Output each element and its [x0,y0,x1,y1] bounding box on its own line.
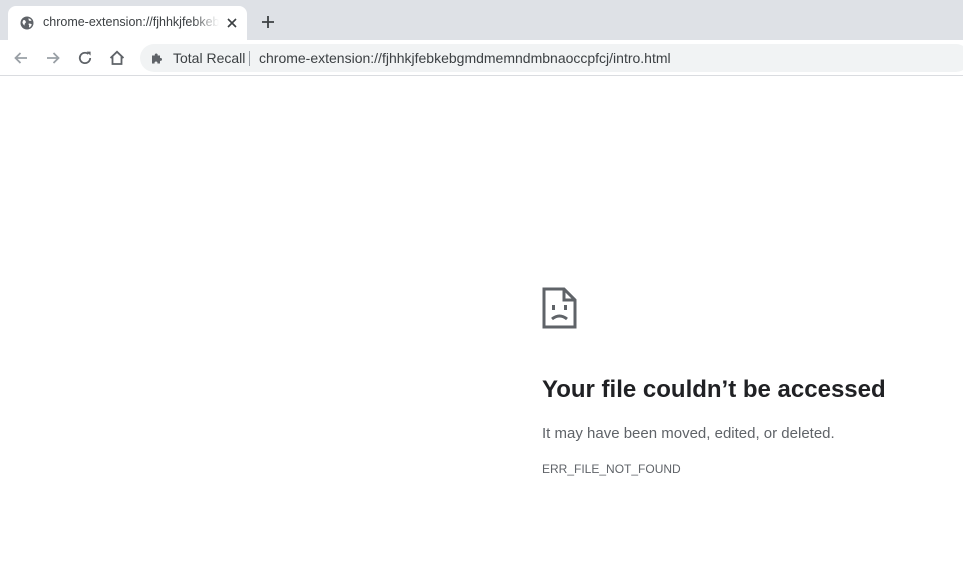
error-title: Your file couldn’t be accessed [542,376,886,403]
omnibox-separator [249,51,250,66]
error-description: It may have been moved, edited, or delet… [542,425,835,442]
plus-icon [262,16,274,28]
page-content: Your file couldn’t be accessed It may ha… [0,77,963,567]
address-bar[interactable]: Total Recall chrome-extension://fjhhkjfe… [140,44,963,72]
home-button[interactable] [105,46,129,70]
sad-file-icon [542,287,577,329]
forward-button[interactable] [41,46,65,70]
close-icon [227,18,237,28]
toolbar: Total Recall chrome-extension://fjhhkjfe… [0,40,963,76]
reload-icon [78,51,92,64]
close-tab-button[interactable] [223,14,241,32]
tab-title: chrome-extension://fjhhkjfebkebgmdmemndm… [43,15,219,29]
url-text[interactable]: chrome-extension://fjhhkjfebkebgmdmemndm… [259,50,671,66]
error-code: ERR_FILE_NOT_FOUND [542,462,681,476]
new-tab-button[interactable] [256,10,280,34]
back-button[interactable] [9,46,33,70]
home-icon [109,50,125,65]
extension-name: Total Recall [173,50,246,66]
arrow-right-icon [47,52,60,64]
globe-icon [20,16,34,30]
reload-button[interactable] [73,46,97,70]
active-tab[interactable]: chrome-extension://fjhhkjfebkebgmdmemndm… [8,6,247,40]
arrow-left-icon [14,52,27,64]
tab-strip: chrome-extension://fjhhkjfebkebgmdmemndm… [0,0,963,40]
puzzle-icon [150,51,164,65]
